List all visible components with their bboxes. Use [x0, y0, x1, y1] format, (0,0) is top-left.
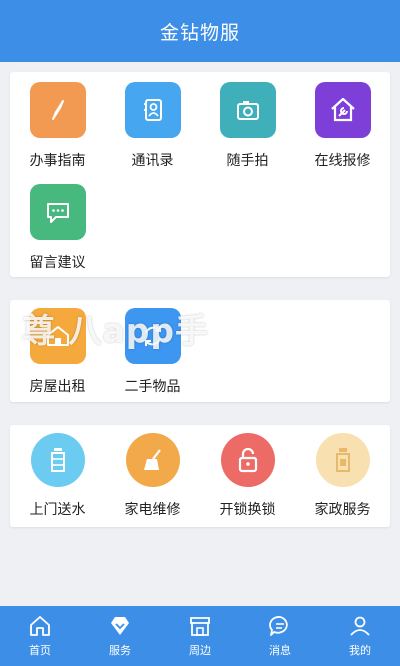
message-icon — [29, 184, 86, 240]
water-delivery-label: 上门送水 — [29, 502, 86, 518]
house-wrench-icon — [314, 82, 371, 138]
housekeeping-button[interactable]: 家政服务 — [295, 433, 390, 519]
services-card-main: 办事指南 通讯录 随手拍 在线报修 留言建议 — [10, 72, 390, 277]
housekeeping-label: 家政服务 — [314, 502, 371, 518]
service-guide-label: 办事指南 — [29, 153, 86, 169]
snapshot-button[interactable]: 随手拍 — [200, 82, 295, 170]
contacts-label: 通讯录 — [131, 153, 174, 169]
second-hand-button[interactable]: 二手物品 — [105, 308, 200, 396]
unlock-icon — [220, 433, 275, 487]
house-rent-icon — [29, 308, 86, 364]
diamond-icon — [111, 617, 129, 635]
second-hand-label: 二手物品 — [124, 379, 181, 395]
bottom-tab-bar: 首页 服务 周边 消息 我的 — [0, 606, 400, 666]
services-card-home: 上门送水 家电维修 开锁换锁 家政服务 — [10, 425, 390, 527]
tab-services[interactable]: 服务 — [80, 606, 160, 666]
app-header: 金钻物服 — [0, 0, 400, 62]
appliance-repair-button[interactable]: 家电维修 — [105, 433, 200, 519]
tab-messages-label: 消息 — [269, 644, 291, 657]
feedback-button[interactable]: 留言建议 — [10, 184, 105, 272]
appliance-repair-label: 家电维修 — [124, 502, 181, 518]
house-rental-label: 房屋出租 — [29, 379, 86, 395]
feedback-label: 留言建议 — [29, 255, 86, 271]
contacts-icon — [124, 82, 181, 138]
snapshot-label: 随手拍 — [226, 153, 269, 169]
tab-profile[interactable]: 我的 — [320, 606, 400, 666]
water-delivery-button[interactable]: 上门送水 — [10, 433, 105, 519]
page-title: 金钻物服 — [159, 21, 240, 44]
tab-home[interactable]: 首页 — [0, 606, 80, 666]
online-repair-label: 在线报修 — [314, 153, 371, 169]
house-rental-button[interactable]: 房屋出租 — [10, 308, 105, 396]
broom-icon — [125, 433, 180, 487]
compass-icon — [29, 82, 86, 138]
tab-home-label: 首页 — [29, 644, 51, 657]
second-hand-icon — [124, 308, 181, 364]
locksmith-label: 开锁换锁 — [219, 502, 276, 518]
tab-profile-label: 我的 — [349, 644, 371, 657]
tab-messages[interactable]: 消息 — [240, 606, 320, 666]
locksmith-button[interactable]: 开锁换锁 — [200, 433, 295, 519]
contacts-button[interactable]: 通讯录 — [105, 82, 200, 170]
home-icon — [30, 616, 50, 636]
camera-icon — [219, 82, 276, 138]
water-bottle-icon — [30, 433, 85, 487]
shop-icon — [190, 617, 210, 636]
service-guide-button[interactable]: 办事指南 — [10, 82, 105, 170]
jar-icon — [315, 433, 370, 487]
services-card-secondary: 房屋出租 二手物品 — [10, 300, 390, 402]
user-icon — [350, 616, 370, 636]
online-repair-button[interactable]: 在线报修 — [295, 82, 390, 170]
tab-services-label: 服务 — [109, 644, 131, 657]
tab-nearby[interactable]: 周边 — [160, 606, 240, 666]
tab-nearby-label: 周边 — [189, 644, 211, 657]
chat-icon — [269, 616, 288, 636]
